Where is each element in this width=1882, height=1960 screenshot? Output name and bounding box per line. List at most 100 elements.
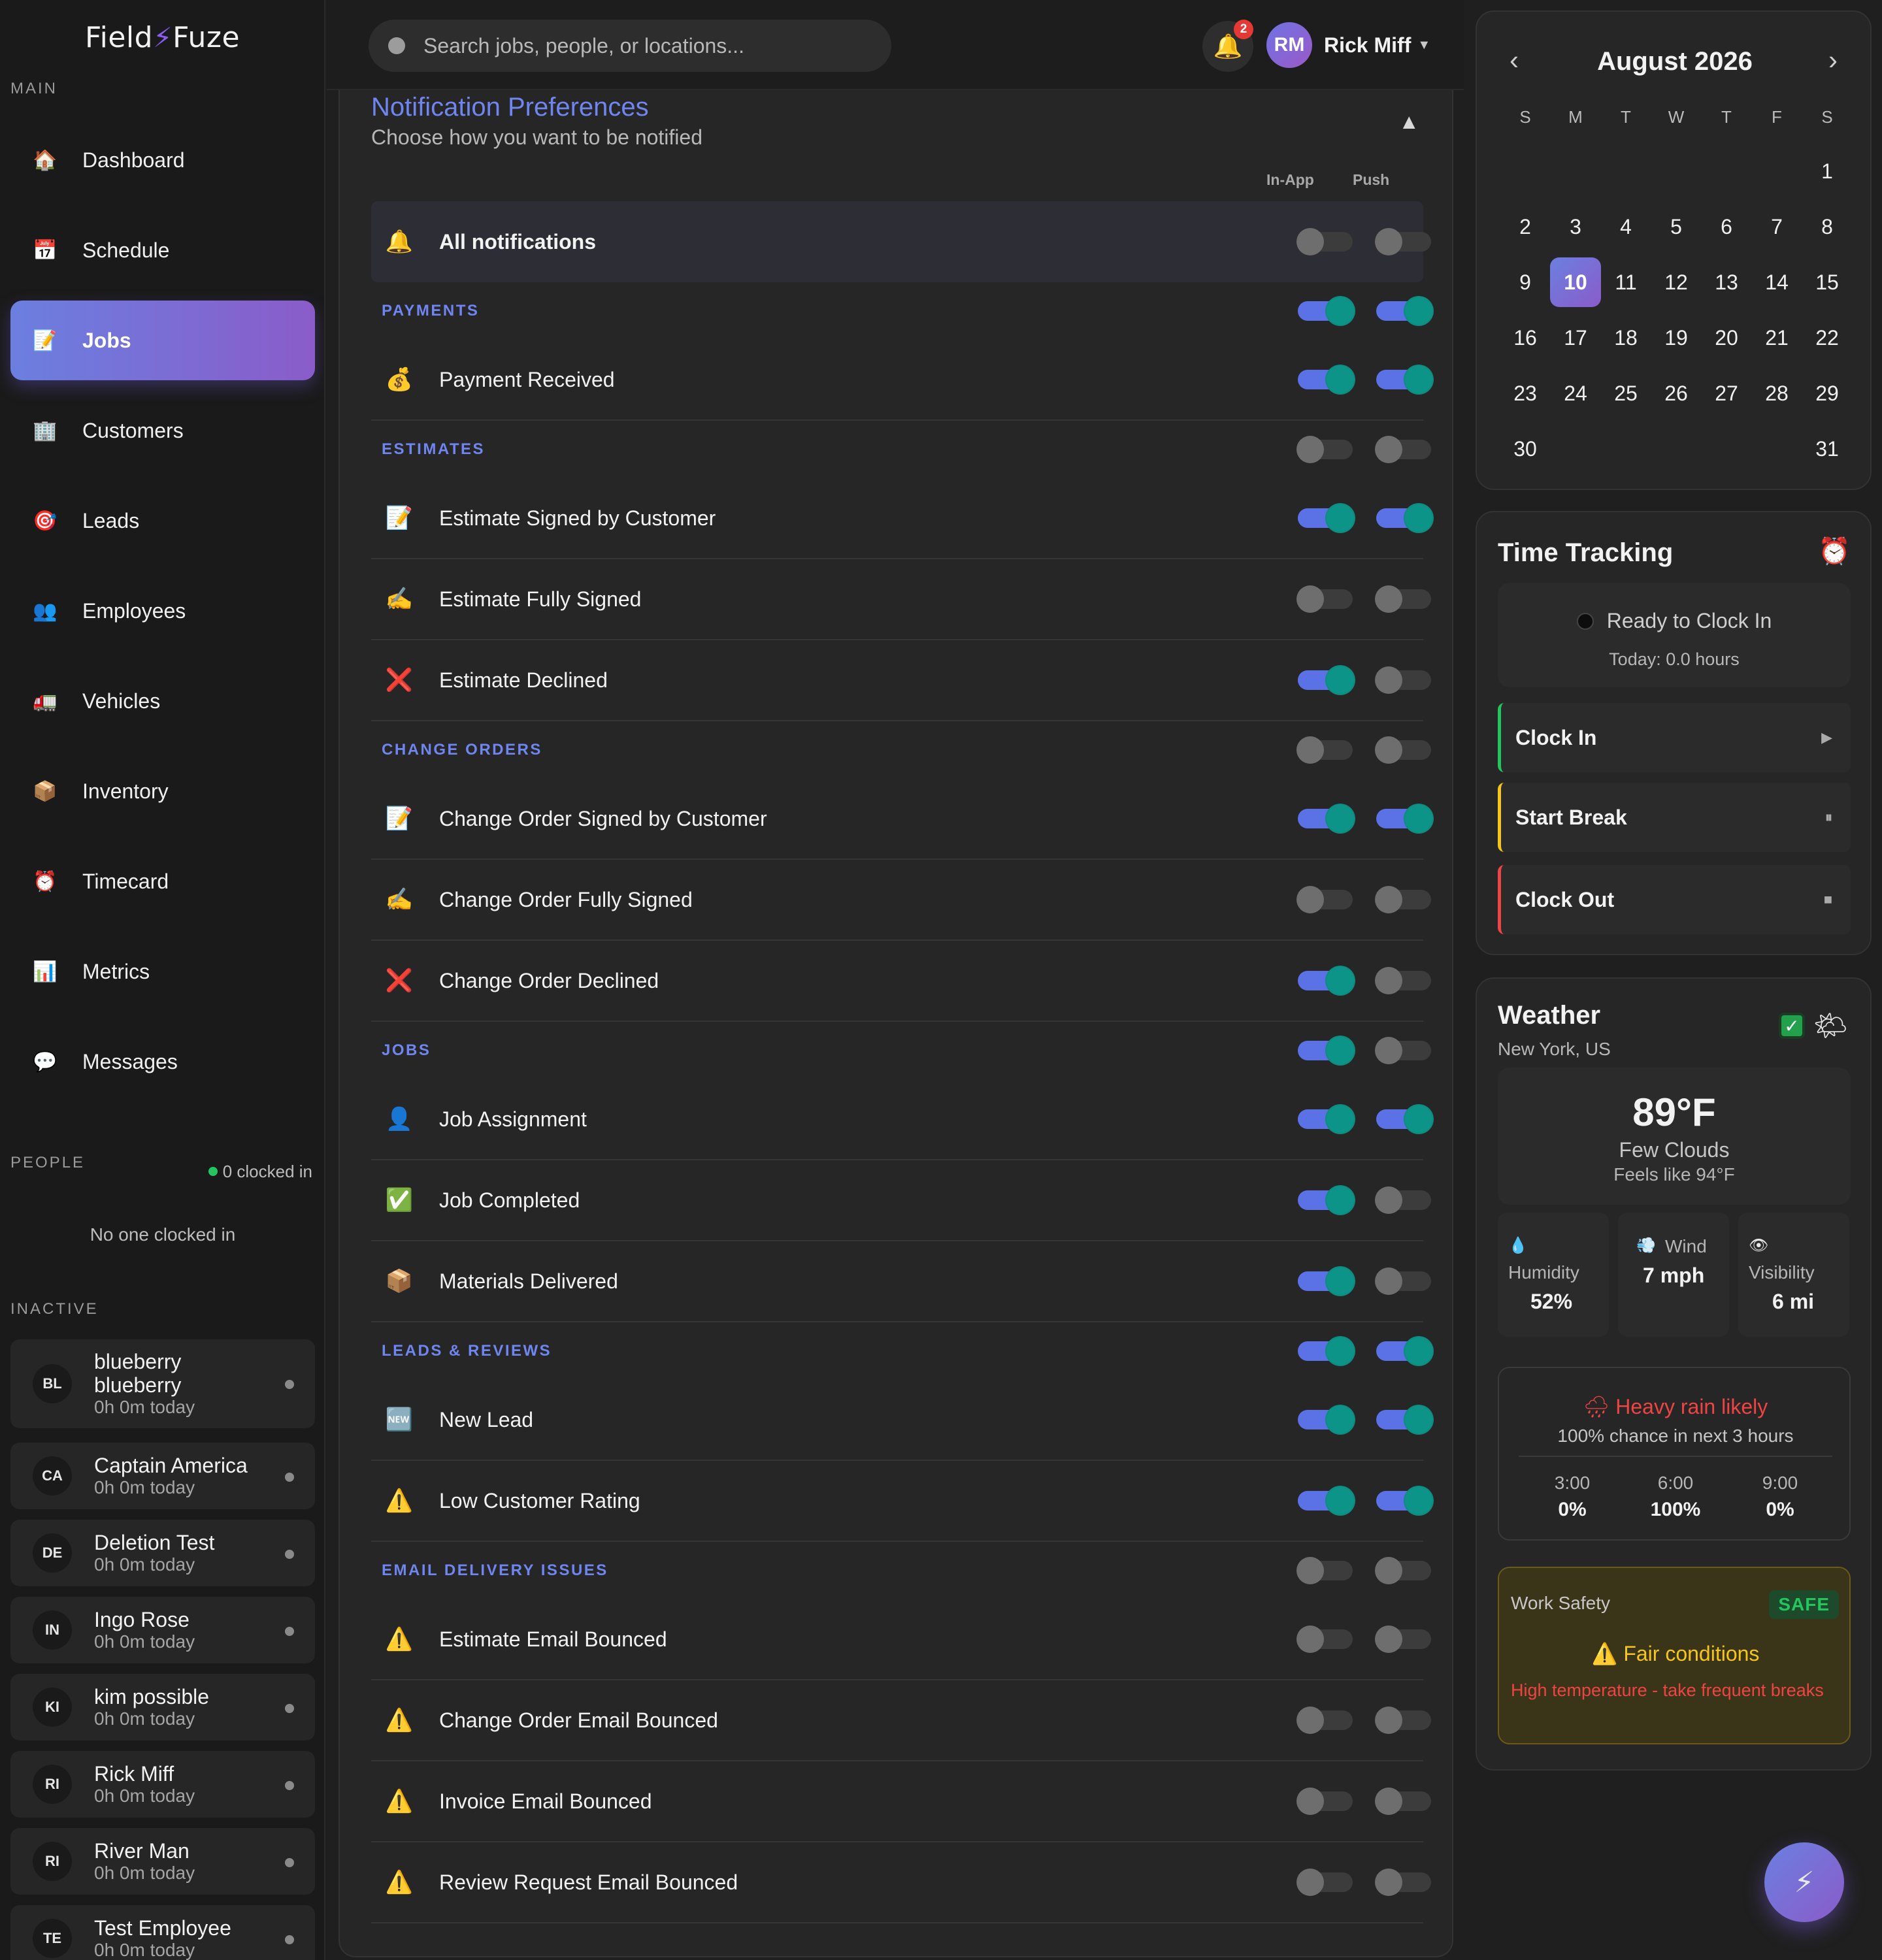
calendar-day[interactable]: 7: [1751, 202, 1802, 252]
employee-list-item[interactable]: CA Captain America 0h 0m today: [10, 1443, 315, 1509]
push-toggle[interactable]: [1375, 436, 1431, 463]
push-toggle[interactable]: [1375, 1037, 1431, 1064]
sidebar-item-leads[interactable]: 🎯 Leads: [10, 481, 315, 561]
calendar-day[interactable]: 4: [1600, 202, 1651, 252]
search-bar[interactable]: [369, 20, 891, 72]
calendar-day[interactable]: 23: [1500, 368, 1551, 418]
start-break-button[interactable]: Start Break ⏸: [1498, 783, 1851, 852]
push-toggle[interactable]: [1375, 1625, 1431, 1653]
push-toggle[interactable]: [1375, 967, 1431, 994]
calendar-day[interactable]: 9: [1500, 257, 1551, 307]
employee-list-item[interactable]: DE Deletion Test 0h 0m today: [10, 1520, 315, 1586]
employee-list-item[interactable]: KI kim possible 0h 0m today: [10, 1674, 315, 1740]
push-toggle[interactable]: [1375, 736, 1431, 764]
calendar-day[interactable]: 21: [1751, 313, 1802, 363]
calendar-day[interactable]: 16: [1500, 313, 1551, 363]
employee-list-item[interactable]: IN Ingo Rose 0h 0m today: [10, 1597, 315, 1663]
sidebar-item-inventory[interactable]: 📦 Inventory: [10, 751, 315, 831]
push-toggle[interactable]: [1376, 1406, 1432, 1433]
all-notifications-push-toggle[interactable]: [1375, 228, 1431, 255]
employee-list-item[interactable]: RI River Man 0h 0m today: [10, 1828, 315, 1895]
in-app-toggle[interactable]: [1296, 1788, 1353, 1815]
in-app-toggle[interactable]: [1296, 1707, 1353, 1734]
calendar-day[interactable]: 28: [1751, 368, 1802, 418]
in-app-toggle[interactable]: [1298, 504, 1354, 532]
calendar-day[interactable]: 12: [1651, 257, 1702, 307]
sidebar-item-jobs[interactable]: 📝 Jobs: [10, 301, 315, 380]
push-toggle[interactable]: [1376, 1487, 1432, 1514]
sidebar-item-metrics[interactable]: 📊 Metrics: [10, 932, 315, 1011]
in-app-toggle[interactable]: [1298, 1487, 1354, 1514]
quick-action-button[interactable]: ⚡: [1764, 1842, 1844, 1922]
push-toggle[interactable]: [1375, 585, 1431, 613]
in-app-toggle[interactable]: [1298, 366, 1354, 393]
calendar-day[interactable]: 3: [1550, 202, 1601, 252]
calendar-day[interactable]: 26: [1651, 368, 1702, 418]
in-app-toggle[interactable]: [1296, 585, 1353, 613]
calendar-day[interactable]: 15: [1802, 257, 1853, 307]
in-app-toggle[interactable]: [1296, 736, 1353, 764]
push-toggle[interactable]: [1376, 366, 1432, 393]
push-toggle[interactable]: [1375, 666, 1431, 694]
in-app-toggle[interactable]: [1296, 1557, 1353, 1584]
push-toggle[interactable]: [1375, 1557, 1431, 1584]
sidebar-item-schedule[interactable]: 📅 Schedule: [10, 210, 315, 290]
sidebar-item-messages[interactable]: 💬 Messages: [10, 1022, 315, 1102]
push-toggle[interactable]: [1376, 504, 1432, 532]
calendar-day[interactable]: 30: [1500, 424, 1551, 474]
chevron-right-icon[interactable]: ›: [1828, 44, 1838, 76]
calendar-day[interactable]: 8: [1802, 202, 1853, 252]
employee-list-item[interactable]: BL blueberry blueberry 0h 0m today: [10, 1339, 315, 1428]
sidebar-item-customers[interactable]: 🏢 Customers: [10, 391, 315, 470]
app-logo[interactable]: Field⚡Fuze: [85, 21, 240, 54]
in-app-toggle[interactable]: [1298, 297, 1354, 325]
calendar-day[interactable]: 25: [1600, 368, 1651, 418]
push-toggle[interactable]: [1375, 886, 1431, 913]
calendar-day[interactable]: 19: [1651, 313, 1702, 363]
in-app-toggle[interactable]: [1296, 436, 1353, 463]
push-toggle[interactable]: [1375, 1788, 1431, 1815]
in-app-toggle[interactable]: [1298, 1406, 1354, 1433]
calendar-day[interactable]: 27: [1701, 368, 1752, 418]
in-app-toggle[interactable]: [1298, 1105, 1354, 1133]
push-toggle[interactable]: [1376, 805, 1432, 832]
calendar-day[interactable]: 31: [1802, 424, 1853, 474]
push-toggle[interactable]: [1375, 1186, 1431, 1214]
calendar-day[interactable]: 14: [1751, 257, 1802, 307]
in-app-toggle[interactable]: [1298, 666, 1354, 694]
push-toggle[interactable]: [1376, 1105, 1432, 1133]
in-app-toggle[interactable]: [1296, 1869, 1353, 1896]
calendar-day[interactable]: 29: [1802, 368, 1853, 418]
calendar-day[interactable]: 17: [1550, 313, 1601, 363]
in-app-toggle[interactable]: [1296, 886, 1353, 913]
calendar-day[interactable]: 22: [1802, 313, 1853, 363]
in-app-toggle[interactable]: [1298, 1267, 1354, 1295]
in-app-toggle[interactable]: [1298, 1337, 1354, 1365]
sidebar-item-vehicles[interactable]: 🚛 Vehicles: [10, 661, 315, 741]
calendar-day[interactable]: 6: [1701, 202, 1752, 252]
push-toggle[interactable]: [1376, 297, 1432, 325]
calendar-day[interactable]: 13: [1701, 257, 1752, 307]
sidebar-item-timecard[interactable]: ⏰ Timecard: [10, 841, 315, 921]
sidebar-item-employees[interactable]: 👥 Employees: [10, 571, 315, 651]
push-toggle[interactable]: [1376, 1337, 1432, 1365]
calendar-day[interactable]: 24: [1550, 368, 1601, 418]
employee-list-item[interactable]: RI Rick Miff 0h 0m today: [10, 1751, 315, 1818]
in-app-toggle[interactable]: [1296, 1625, 1353, 1653]
push-toggle[interactable]: [1375, 1869, 1431, 1896]
sidebar-item-dashboard[interactable]: 🏠 Dashboard: [10, 120, 315, 200]
calendar-day-today[interactable]: 10: [1550, 257, 1601, 307]
in-app-toggle[interactable]: [1298, 805, 1354, 832]
in-app-toggle[interactable]: [1298, 1186, 1354, 1214]
calendar-day[interactable]: 11: [1600, 257, 1651, 307]
user-menu[interactable]: RM Rick Miff ▼: [1266, 22, 1430, 68]
search-input[interactable]: [423, 33, 881, 58]
calendar-day[interactable]: 2: [1500, 202, 1551, 252]
collapse-icon[interactable]: ▲: [1398, 110, 1419, 134]
in-app-toggle[interactable]: [1298, 967, 1354, 994]
in-app-toggle[interactable]: [1298, 1037, 1354, 1064]
calendar-day[interactable]: 5: [1651, 202, 1702, 252]
notifications-button[interactable]: 🔔 2: [1202, 20, 1253, 72]
employee-list-item[interactable]: TE Test Employee 0h 0m today: [10, 1905, 315, 1960]
push-toggle[interactable]: [1375, 1707, 1431, 1734]
